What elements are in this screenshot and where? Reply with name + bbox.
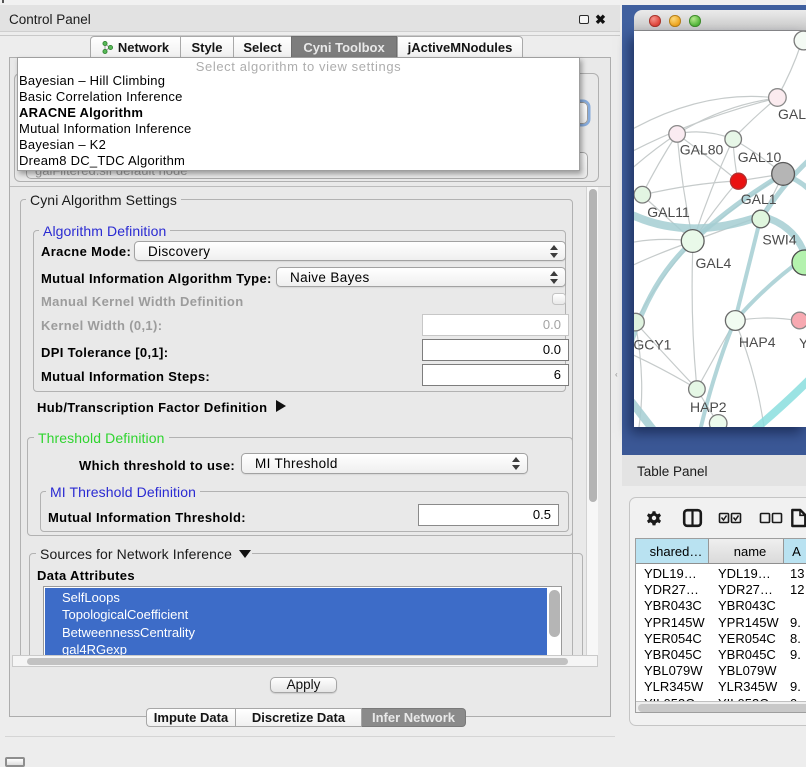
svg-text:GAL11: GAL11	[647, 204, 690, 220]
svg-text:Y: Y	[799, 335, 806, 351]
svg-text:GAL1: GAL1	[741, 191, 777, 207]
svg-text:GAL80: GAL80	[680, 142, 724, 158]
svg-text:HAP2: HAP2	[690, 399, 727, 415]
svg-text:GAL4: GAL4	[695, 255, 731, 271]
svg-text:HAP4: HAP4	[739, 334, 776, 350]
svg-text:GAL10: GAL10	[738, 149, 782, 165]
svg-text:GAL7: GAL7	[778, 106, 806, 122]
svg-text:GCY1: GCY1	[634, 336, 672, 352]
svg-text:SWI4: SWI4	[762, 231, 796, 247]
